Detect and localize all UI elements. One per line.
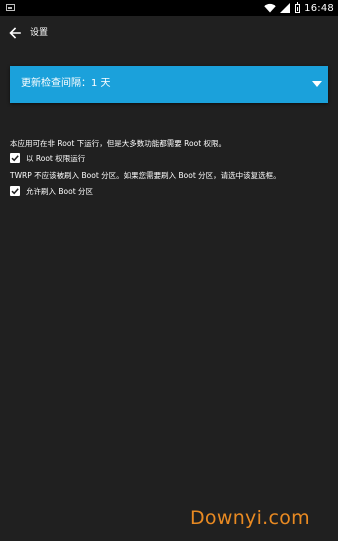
root-checkbox-row[interactable]: 以 Root 权限运行 [10,152,85,164]
wifi-icon [264,3,276,13]
status-time: 16:48 [304,2,334,14]
chevron-down-icon [312,81,322,87]
boot-description: TWRP 不应该被刷入 Boot 分区。如果您需要刷入 Boot 分区，请选中该… [10,171,281,180]
toolbar: 设置 [0,16,338,52]
boot-checkbox[interactable] [10,186,20,196]
settings-screen: 16:48 设置 更新检查间隔：1 天 本应用可在非 Root 下运行，但是大多… [0,0,338,541]
check-icon [11,155,19,162]
back-arrow-icon[interactable] [6,24,24,42]
boot-checkbox-row[interactable]: 允许刷入 Boot 分区 [10,185,93,197]
root-checkbox[interactable] [10,153,20,163]
update-interval-label: 更新检查间隔：1 天 [21,78,111,89]
update-interval-spinner[interactable]: 更新检查间隔：1 天 [10,66,328,103]
notification-icon [6,4,15,11]
root-checkbox-label: 以 Root 权限运行 [26,153,86,163]
status-icons: 16:48 [264,0,334,16]
check-icon [11,188,19,195]
battery-icon [295,1,301,13]
status-bar: 16:48 [0,0,338,16]
page-title: 设置 [30,28,49,38]
signal-icon [280,3,291,13]
watermark: Downyi.com [190,507,310,529]
root-description: 本应用可在非 Root 下运行，但是大多数功能都需要 Root 权限。 [10,139,227,148]
boot-checkbox-label: 允许刷入 Boot 分区 [26,186,94,196]
